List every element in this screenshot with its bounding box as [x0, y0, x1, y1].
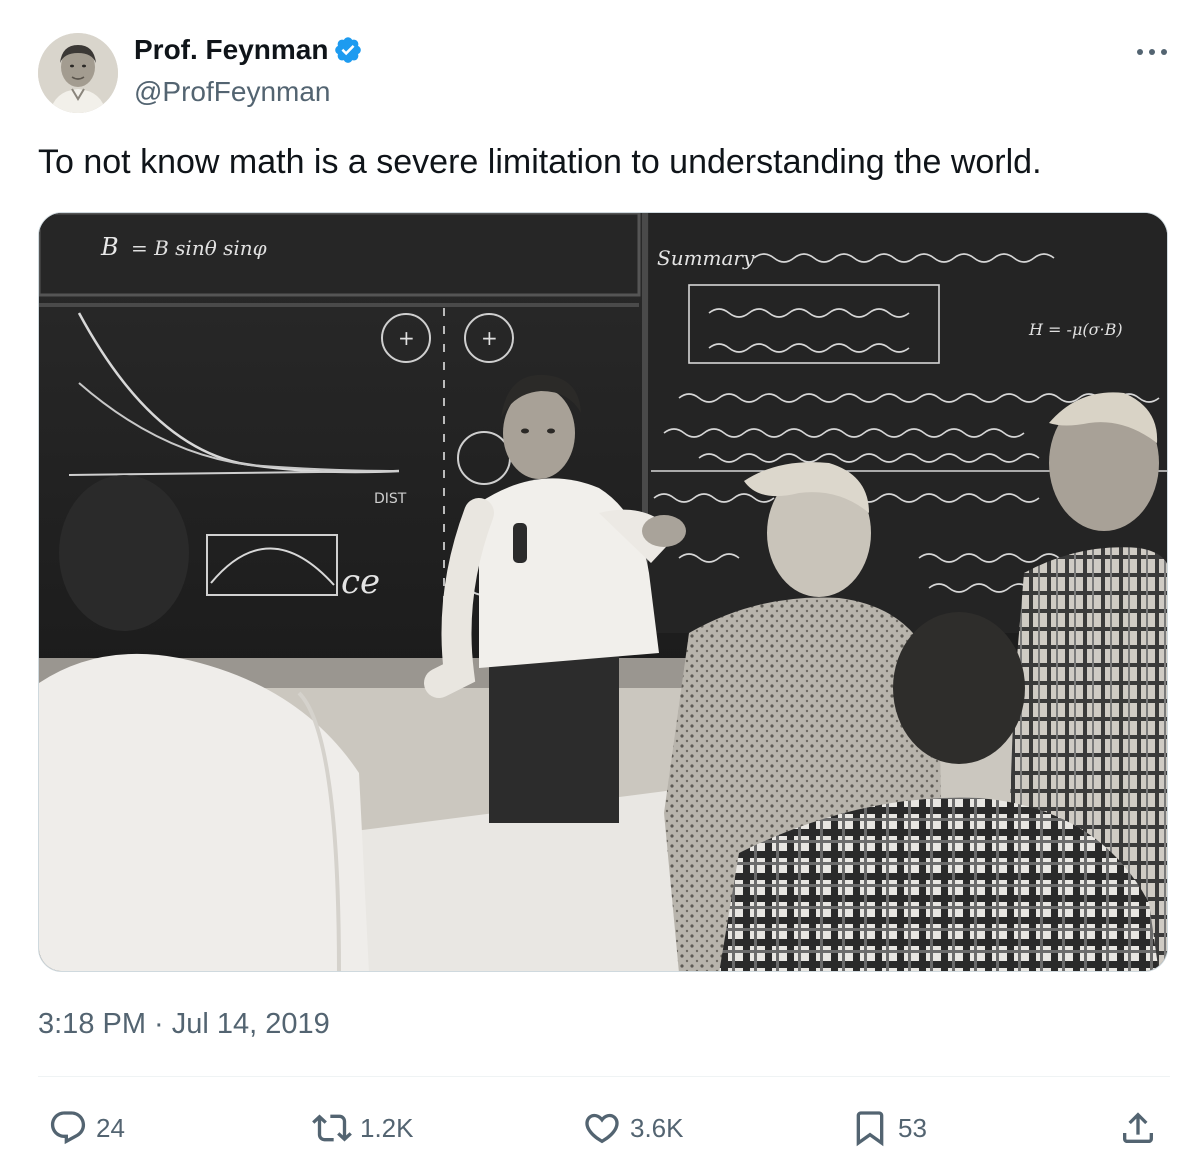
- tweet-photo[interactable]: B = B sinθ sinφ DIST + + ce Summary H = …: [38, 212, 1168, 972]
- bookmark-count: 53: [898, 1112, 927, 1143]
- avatar[interactable]: [38, 33, 118, 113]
- retweet-count: 1.2K: [360, 1112, 414, 1143]
- tweet-timestamp: 3:18 PM · Jul 14, 2019: [38, 1008, 330, 1041]
- share-button[interactable]: [1118, 1100, 1158, 1156]
- avatar-portrait-icon: [38, 33, 118, 113]
- share-icon: [1123, 1112, 1153, 1143]
- like-button[interactable]: 3.6K: [582, 1100, 684, 1156]
- reply-count: 24: [96, 1112, 125, 1143]
- chalk-h-formula: H = -μ(σ·B): [1028, 320, 1123, 339]
- reply-icon: [50, 1111, 86, 1145]
- author-handle[interactable]: @ProfFeynman: [134, 76, 331, 108]
- timestamp-link[interactable]: 3:18 PM · Jul 14, 2019: [38, 1008, 330, 1040]
- reply-button[interactable]: 24: [48, 1100, 125, 1156]
- author-name-row: Prof. Feynman: [134, 34, 363, 66]
- chalk-b-label: B: [100, 233, 119, 261]
- author-display-name[interactable]: Prof. Feynman: [134, 34, 328, 66]
- tweet-actions-bar: 24 1.2K 3.6K 53: [0, 1100, 1198, 1156]
- heart-icon: [585, 1113, 619, 1144]
- actions-divider: [38, 1076, 1170, 1077]
- photo-feynman-lecturing-icon: B = B sinθ sinφ DIST + + ce Summary H = …: [39, 213, 1167, 971]
- verified-badge-icon[interactable]: [333, 35, 363, 65]
- svg-text:+: +: [481, 326, 498, 350]
- bookmark-icon: [856, 1111, 884, 1147]
- chalk-b-formula: = B sinθ sinφ: [131, 236, 267, 260]
- retweet-button[interactable]: 1.2K: [312, 1100, 414, 1156]
- bookmark-button[interactable]: 53: [850, 1100, 927, 1156]
- tweet-card: Prof. Feynman @ProfFeynman To not know m…: [0, 0, 1198, 1168]
- more-options-icon[interactable]: [1132, 42, 1172, 62]
- chalk-summary: Summary: [657, 246, 755, 270]
- retweet-icon: [312, 1114, 352, 1142]
- chalk-boltzmann: ce: [341, 562, 380, 602]
- like-count: 3.6K: [630, 1112, 684, 1143]
- chalk-dist-label: DIST: [374, 491, 407, 507]
- tweet-text: To not know math is a severe limitation …: [38, 143, 1042, 181]
- svg-text:+: +: [398, 326, 415, 350]
